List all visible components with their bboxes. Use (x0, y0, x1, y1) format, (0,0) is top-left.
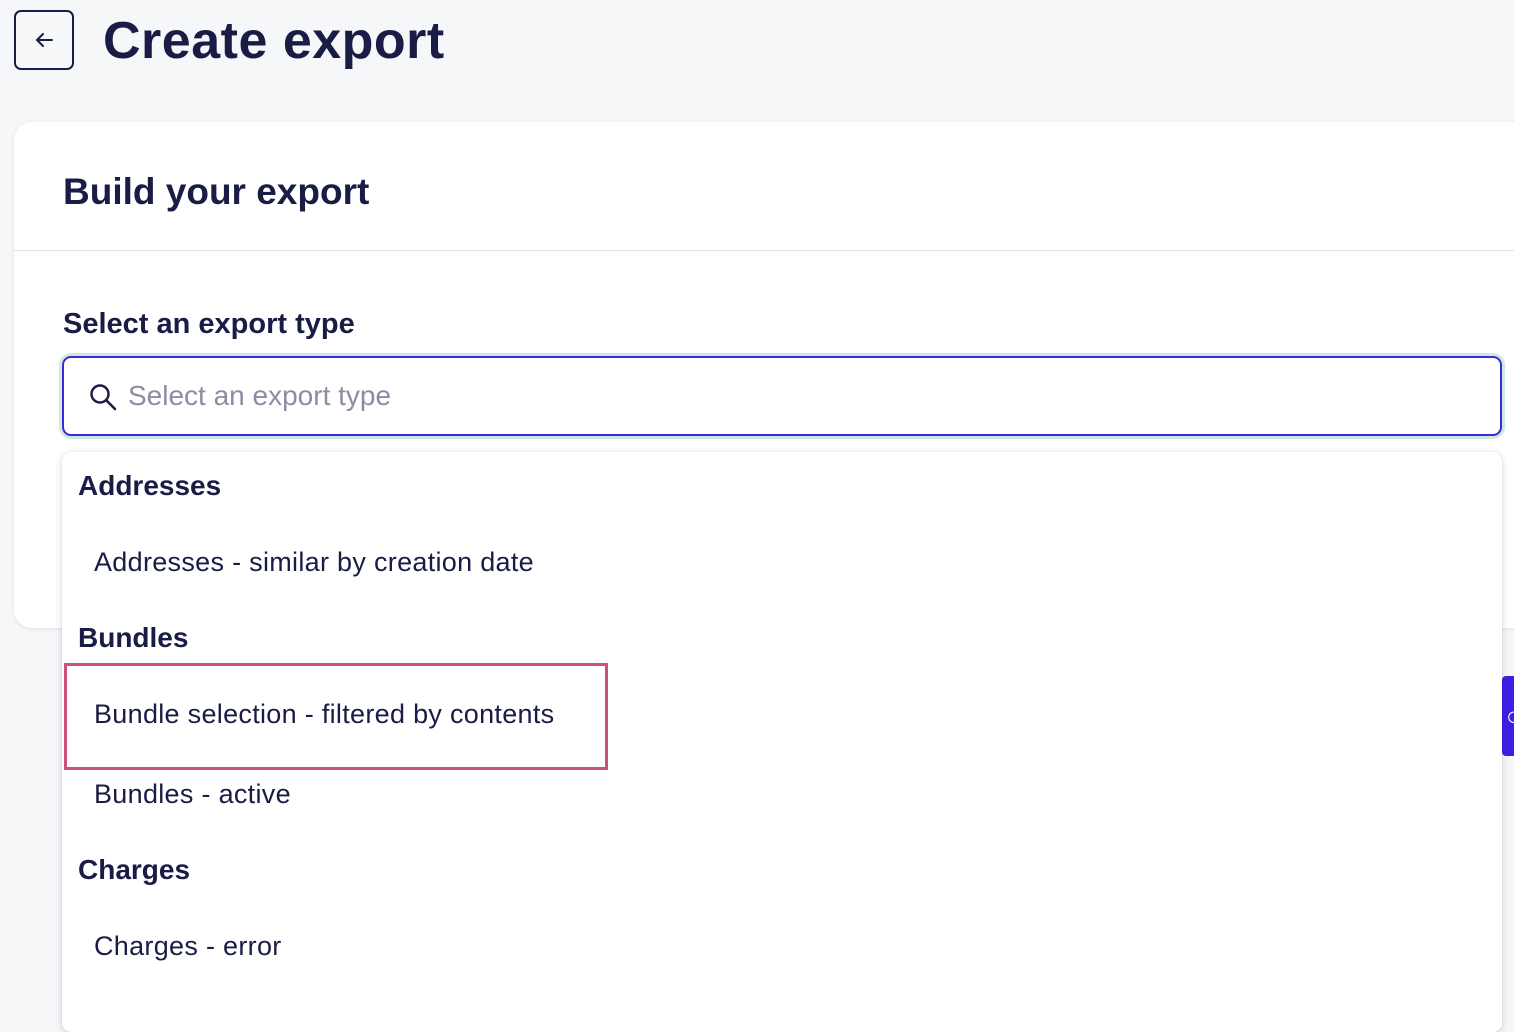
card-divider (14, 250, 1514, 251)
group-header-charges: Charges (78, 854, 191, 885)
export-type-search-input[interactable] (126, 368, 1488, 424)
export-type-dropdown: Addresses Addresses - similar by creatio… (62, 452, 1502, 1032)
arrow-left-icon (36, 33, 53, 47)
search-icon (90, 384, 117, 411)
option-bundle-selection-filtered-by-contents[interactable]: Bundle selection - filtered by contents (62, 678, 1502, 750)
back-button[interactable] (14, 10, 74, 70)
export-type-label: Select an export type (63, 308, 355, 340)
partial-primary-button[interactable]: ○ (1502, 676, 1514, 756)
group-header-addresses: Addresses (78, 470, 222, 501)
option-charges-error[interactable]: Charges - error (62, 910, 1502, 982)
option-bundles-active[interactable]: Bundles - active (62, 758, 1502, 830)
card-title: Build your export (63, 171, 370, 212)
page-title: Create export (103, 12, 445, 70)
option-addresses-similar-by-creation-date[interactable]: Addresses - similar by creation date (62, 526, 1502, 598)
export-type-combobox[interactable] (62, 356, 1502, 436)
group-header-bundles: Bundles (78, 622, 189, 653)
